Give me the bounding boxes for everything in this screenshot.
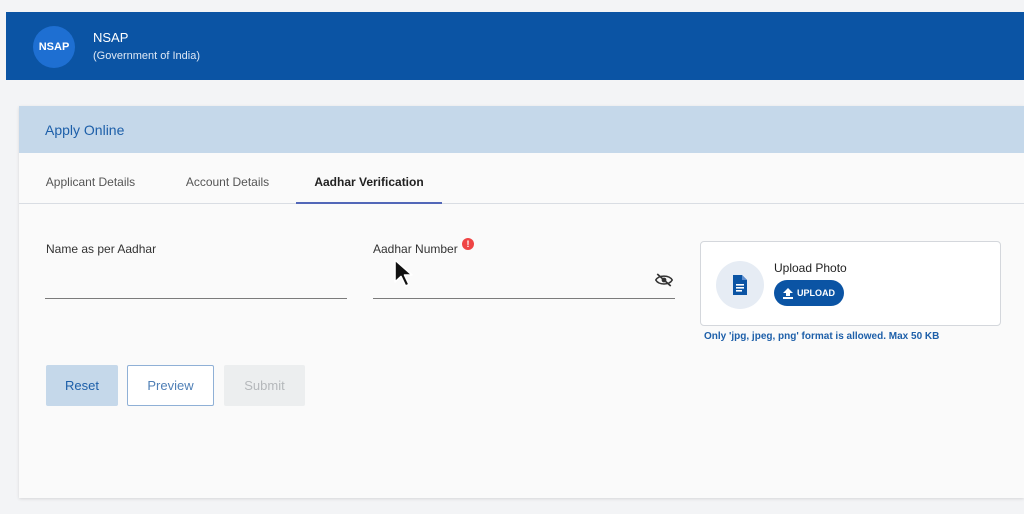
required-error-icon: ! bbox=[462, 238, 474, 250]
preview-button[interactable]: Preview bbox=[127, 365, 214, 406]
upload-button[interactable]: UPLOAD bbox=[774, 280, 844, 306]
card-header: Apply Online bbox=[19, 106, 1024, 153]
app-header: NSAP NSAP (Government of India) bbox=[6, 12, 1024, 80]
org-name: NSAP bbox=[93, 30, 129, 45]
org-subtitle: (Government of India) bbox=[93, 50, 200, 62]
upload-photo-panel: Upload Photo UPLOAD bbox=[700, 241, 1001, 326]
tab-applicant-details[interactable]: Applicant Details bbox=[43, 153, 138, 204]
tab-bar: Applicant Details Account Details Aadhar… bbox=[19, 153, 1024, 204]
upload-photo-label: Upload Photo bbox=[774, 261, 847, 275]
name-field[interactable] bbox=[45, 298, 347, 299]
page-title: Apply Online bbox=[45, 122, 125, 138]
upload-button-label: UPLOAD bbox=[797, 288, 835, 298]
tab-aadhar-verification[interactable]: Aadhar Verification bbox=[296, 153, 442, 204]
name-field-label: Name as per Aadhar bbox=[46, 242, 157, 256]
upload-format-hint: Only 'jpg, jpeg, png' format is allowed.… bbox=[704, 331, 940, 342]
mouse-cursor-icon bbox=[394, 259, 413, 287]
hide-password-icon[interactable] bbox=[655, 273, 673, 287]
submit-button[interactable]: Submit bbox=[224, 365, 305, 406]
tab-account-details[interactable]: Account Details bbox=[183, 153, 272, 204]
aadhar-field-label: Aadhar Number bbox=[373, 242, 458, 256]
nsap-logo[interactable]: NSAP bbox=[33, 26, 75, 68]
reset-button[interactable]: Reset bbox=[46, 365, 118, 406]
document-icon bbox=[733, 275, 747, 295]
apply-online-card: Apply Online Applicant Details Account D… bbox=[19, 106, 1024, 498]
aadhar-number-field[interactable] bbox=[373, 298, 675, 299]
document-icon-container bbox=[716, 261, 764, 309]
upload-icon bbox=[783, 287, 793, 299]
